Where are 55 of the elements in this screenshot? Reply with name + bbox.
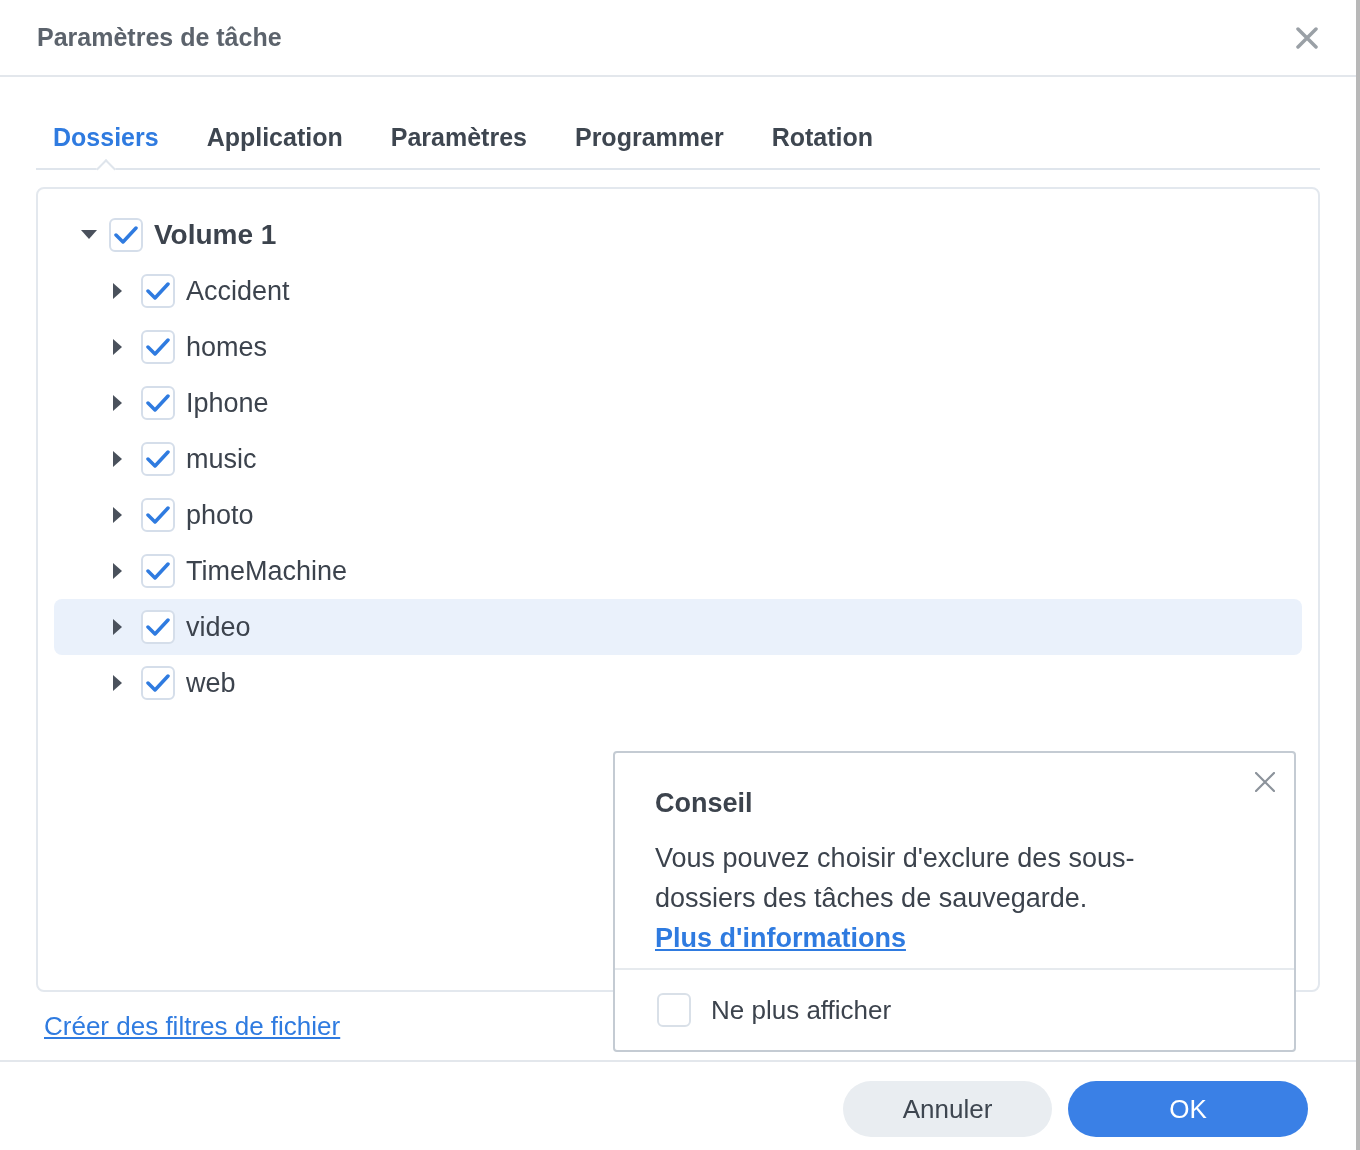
folder-label: Iphone	[186, 386, 269, 420]
close-icon	[1255, 772, 1275, 792]
caret-right-icon[interactable]	[113, 563, 123, 579]
ok-button[interactable]: OK	[1068, 1081, 1308, 1137]
checkmark-icon	[114, 225, 138, 245]
folder-checkbox[interactable]	[109, 218, 143, 252]
caret-right-icon[interactable]	[113, 451, 123, 467]
checkmark-icon	[146, 673, 170, 693]
folder-label: Accident	[186, 274, 290, 308]
caret-right-icon[interactable]	[113, 619, 123, 635]
caret-right-icon[interactable]	[113, 395, 123, 411]
folder-label: video	[186, 610, 251, 644]
folder-label: homes	[186, 330, 268, 364]
folder-checkbox[interactable]	[141, 498, 175, 532]
checkmark-icon	[146, 561, 170, 581]
folder-label: photo	[186, 498, 254, 532]
tip-text: Vous pouvez choisir d'exclure des sous-dossiers des tâches de sauvegarde. Plus d'informations	[655, 841, 1136, 955]
tab[interactable]: Rotation	[771, 107, 873, 168]
tip-title: Conseil	[655, 787, 754, 820]
folder-checkbox[interactable]	[141, 386, 175, 420]
folder-checkbox[interactable]	[141, 666, 175, 700]
tab[interactable]: Application	[206, 107, 343, 168]
checkmark-icon	[146, 281, 170, 301]
close-button[interactable]	[1254, 771, 1276, 793]
checkmark-icon	[146, 337, 170, 357]
checkmark-icon	[146, 393, 170, 413]
caret-right-icon[interactable]	[113, 283, 123, 299]
folder-checkbox[interactable]	[141, 554, 175, 588]
checkmark-icon	[146, 617, 170, 637]
folder-checkbox[interactable]	[141, 330, 175, 364]
folder-label: web	[186, 666, 236, 700]
folder-label: Volume 1	[154, 218, 277, 252]
tab[interactable]: Paramètres	[390, 107, 527, 168]
close-icon	[1296, 26, 1318, 49]
checkbox[interactable]	[657, 993, 691, 1027]
checkmark-icon	[146, 505, 170, 525]
caret-right-icon[interactable]	[113, 339, 123, 355]
folder-checkbox[interactable]	[141, 442, 175, 476]
window-title: Paramètres de tâche	[37, 21, 282, 53]
caret-right-icon[interactable]	[113, 675, 123, 691]
checkbox-label: Ne plus afficher	[711, 993, 892, 1027]
folder-label: music	[186, 442, 257, 476]
folder-checkbox[interactable]	[141, 274, 175, 308]
tab[interactable]: Programmer	[574, 107, 724, 168]
folder-checkbox[interactable]	[141, 610, 175, 644]
more-info-link[interactable]: Plus d'informations	[655, 922, 906, 953]
close-button[interactable]	[1294, 24, 1320, 51]
checkmark-icon	[146, 449, 170, 469]
tree-row[interactable]: video	[54, 599, 1302, 655]
file-filters-link[interactable]: Créer des filtres de fichier	[44, 1006, 341, 1046]
caret-right-icon[interactable]	[113, 507, 123, 523]
caret-down-icon[interactable]	[81, 230, 97, 240]
cancel-button[interactable]: Annuler	[843, 1081, 1052, 1137]
tab[interactable]: Dossiers	[53, 107, 159, 168]
folder-label: TimeMachine	[186, 554, 348, 588]
